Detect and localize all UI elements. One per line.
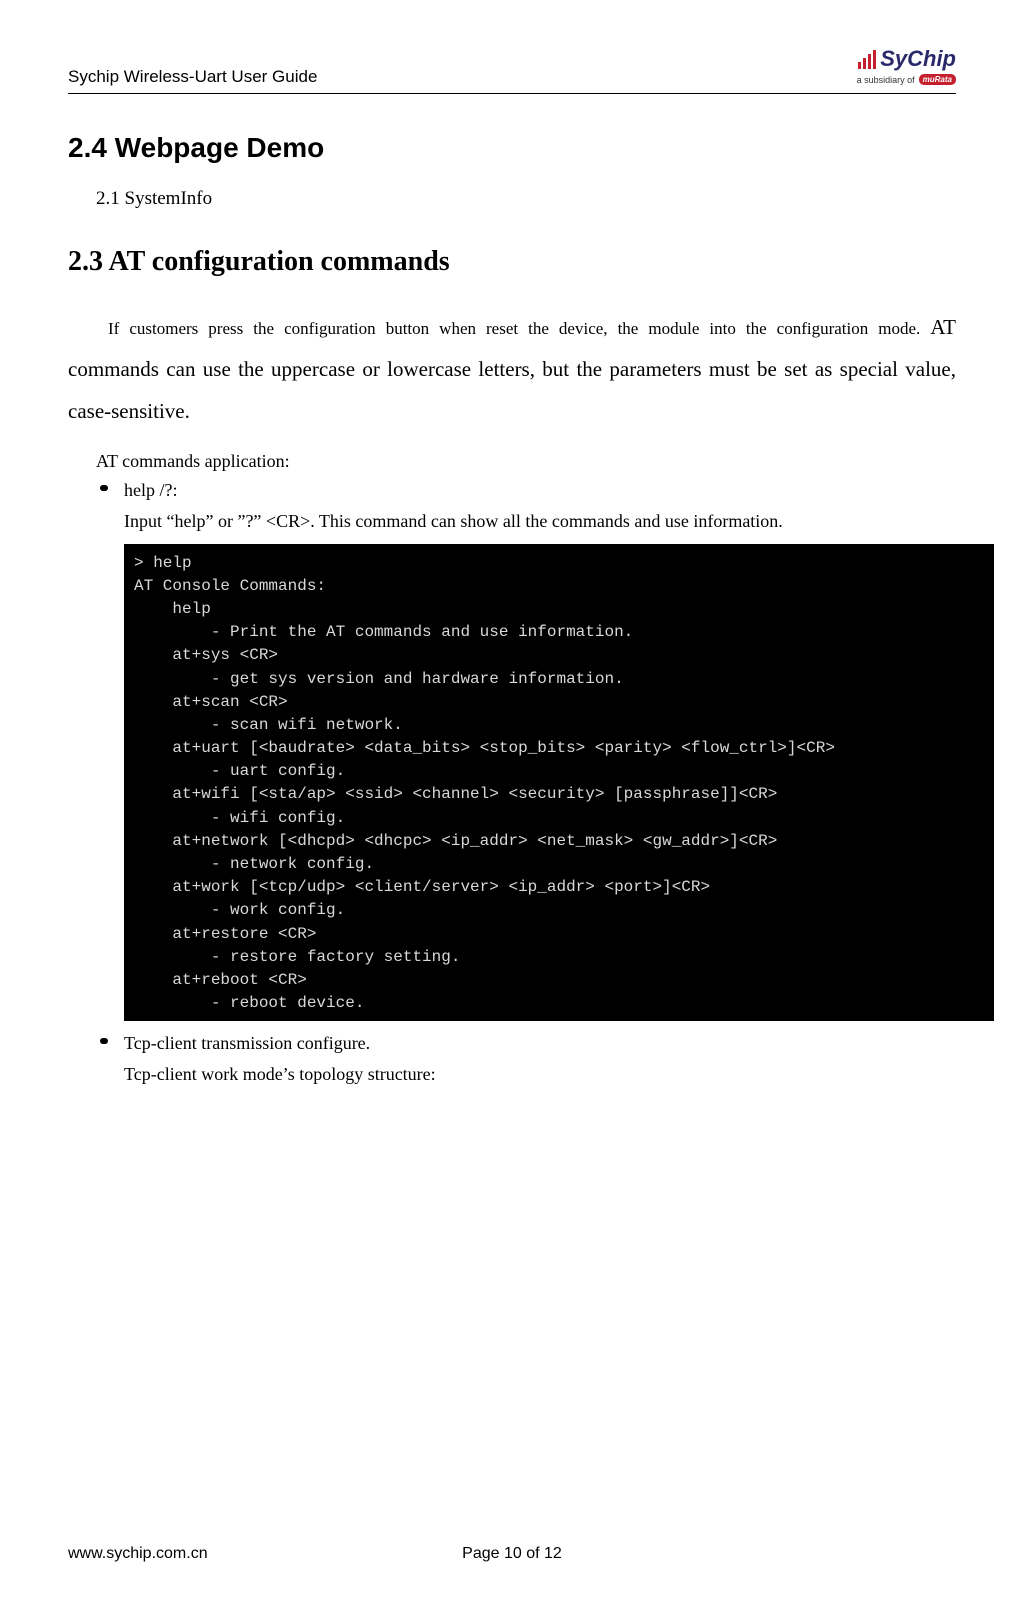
bullet-tcp-client: Tcp-client transmission configure. [100,1029,956,1058]
footer-page-number: Page 10 of 12 [364,1545,660,1563]
footer-spacer [660,1545,956,1563]
footer-url: www.sychip.com.cn [68,1545,364,1563]
heading-webpage-demo: 2.4 Webpage Demo [68,132,956,164]
subheading-systeminfo: 2.1 SystemInfo [96,188,956,210]
page-footer: www.sychip.com.cn Page 10 of 12 [68,1545,956,1563]
bullet-tcp-desc: Tcp-client work mode’s topology structur… [124,1060,956,1089]
heading-at-config: 2.3 AT configuration commands [68,246,956,278]
page-header: Sychip Wireless-Uart User Guide SyChip a… [68,46,956,94]
bullet-help-title: help /?: [124,476,956,505]
bullet-tcp-title: Tcp-client transmission configure. [124,1029,956,1058]
logo-block: SyChip a subsidiary of muRata [857,46,956,87]
bullet-icon [100,1038,108,1044]
logo-sub-text: a subsidiary of [857,75,915,85]
intro-small: If customers press the configuration but… [108,319,930,338]
logo-bars-icon [858,50,876,69]
document-page: Sychip Wireless-Uart User Guide SyChip a… [0,0,1024,1599]
logo-subtitle: a subsidiary of muRata [857,74,956,85]
logo-top: SyChip [858,46,956,72]
terminal-output: > help AT Console Commands: help - Print… [124,544,994,1022]
logo-name: SyChip [880,46,956,72]
bullet-icon [100,485,108,491]
header-title: Sychip Wireless-Uart User Guide [68,67,317,87]
at-commands-application-label: AT commands application: [96,451,956,472]
intro-paragraph: If customers press the configuration but… [68,306,956,432]
bullet-help: help /?: [100,476,956,505]
bullet-help-desc: Input “help” or ”?” <CR>. This command c… [124,507,956,536]
murata-badge: muRata [919,74,956,85]
